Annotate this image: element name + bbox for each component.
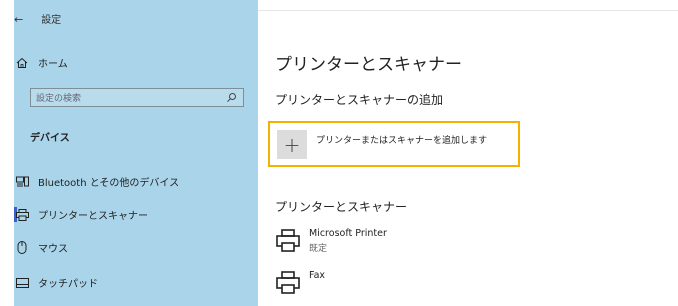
printer-name: Fax: [309, 270, 326, 281]
page-title: プリンターとスキャナー: [275, 55, 462, 75]
add-section-title: プリンターとスキャナーの追加: [275, 93, 444, 107]
window-title: 設定: [41, 15, 62, 26]
sidebar-item-home[interactable]: ホーム: [14, 55, 68, 70]
mouse-icon: [14, 241, 30, 255]
divider: [258, 10, 678, 11]
printer-icon: [14, 208, 30, 222]
printer-list-title: プリンターとスキャナー: [275, 200, 408, 214]
back-arrow-icon: ←: [14, 13, 24, 26]
back-button[interactable]: ← 設定: [14, 11, 61, 26]
add-printer-button[interactable]: +: [277, 130, 307, 159]
sidebar-section-title: デバイス: [30, 133, 70, 144]
sidebar-item-label: Bluetooth とその他のデバイス: [38, 178, 180, 189]
sidebar-item-bluetooth[interactable]: Bluetooth とその他のデバイス: [14, 174, 179, 189]
sidebar-item-mouse[interactable]: マウス: [14, 240, 68, 255]
printer-item[interactable]: Microsoft Printer 既定: [275, 228, 387, 254]
search-placeholder: 設定の検索: [36, 94, 82, 104]
printer-status: 既定: [309, 244, 328, 254]
search-input[interactable]: 設定の検索: [30, 88, 244, 107]
sidebar-item-touchpad[interactable]: タッチパッド: [14, 275, 98, 290]
sidebar-item-label: マウス: [38, 244, 68, 255]
printer-icon: [275, 270, 301, 296]
sidebar-item-label: プリンターとスキャナー: [38, 211, 148, 222]
add-printer-label[interactable]: プリンターまたはスキャナーを追加します: [316, 133, 487, 146]
printer-name: Microsoft Printer: [309, 228, 387, 239]
sidebar-item-label: ホーム: [38, 59, 68, 70]
search-icon: [226, 92, 237, 106]
bluetooth-devices-icon: [14, 175, 30, 189]
sidebar: [14, 0, 258, 306]
printer-item[interactable]: Fax: [275, 270, 325, 296]
plus-icon: +: [283, 132, 301, 157]
home-icon: [14, 56, 30, 70]
touchpad-icon: [14, 276, 30, 290]
printer-icon: [275, 228, 301, 254]
sidebar-item-label: タッチパッド: [38, 279, 98, 290]
sidebar-item-printers[interactable]: プリンターとスキャナー: [14, 207, 148, 222]
